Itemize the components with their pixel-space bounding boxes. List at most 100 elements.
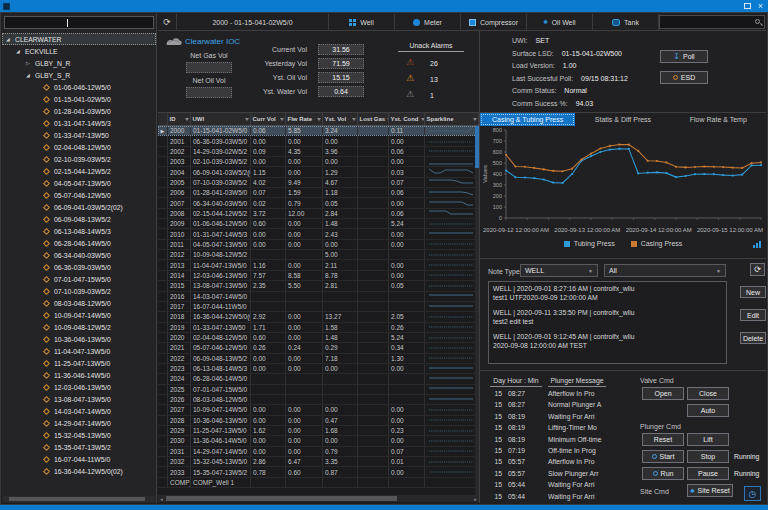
tree-item-12-03-046-13w5-0[interactable]: 12-03-046-13W5/0 [2, 381, 156, 393]
tree-item-01-06-046-12w5-0[interactable]: 01-06-046-12W5/0 [2, 81, 156, 93]
sidebar-horizontal-scrollbar[interactable] [3, 496, 155, 502]
filter-icon[interactable] [245, 118, 249, 121]
grid-row-comp-[interactable]: COMP_#COMP_Well 1 [158, 478, 479, 488]
tree-item-06-34-040-03w5-0[interactable]: 06-34-040-03W5/0 [2, 249, 156, 261]
tree-item-10-09-047-14w5-0[interactable]: 10-09-047-14W5/0 [2, 309, 156, 321]
tree-item-11-04-047-13w5-0[interactable]: 11-04-047-13W5/0 [2, 345, 156, 357]
scroll-left-arrow[interactable]: ◂ [158, 496, 165, 502]
grid-vertical-scrollbar[interactable] [475, 126, 479, 495]
tree-item-06-36-039-03w5-0[interactable]: 06-36-039-03W5/0 [2, 261, 156, 273]
site-reset-button[interactable]: ♠Site Reset [687, 484, 733, 497]
grid-row-2006[interactable]: 200601-28-041-03W5/00.071.591.180.06 [158, 188, 479, 198]
tree-item-05-07-046-12w5-0[interactable]: 05-07-046-12W5/0 [2, 189, 156, 201]
grid-row-2003[interactable]: 200302-10-039-03W5/20.000.000.000.00 [158, 157, 479, 167]
close-window-button[interactable]: × [758, 2, 763, 11]
tree-item-02-15-044-12w5-2[interactable]: 02-15-044-12W5/2 [2, 165, 156, 177]
tree-item-07-10-039-03w5-2[interactable]: 07-10-039-03W5/2 [2, 285, 156, 297]
tree-item-06-09-041-03w5-2-02-[interactable]: 06-09-041-03W5/2(02) [2, 201, 156, 213]
notes-list[interactable]: WELL | 2020-09-01 8:27:16 AM | controlfx… [488, 281, 727, 364]
grid-row-2027[interactable]: 202710-09-047-14W5/00.000.000.000.00 [158, 405, 479, 415]
grid-row-2024[interactable]: 202406-28-046-14W5/0 [158, 374, 479, 384]
grid-row-2030[interactable]: 203011-36-046-14W5/00.000.000.000.00 [158, 436, 479, 446]
grid-row-2028[interactable]: 202810-36-046-13W5/00.000.000.470.00 [158, 416, 479, 426]
tree-item-15-35-047-13w5-2[interactable]: 15-35-047-13W5/2 [2, 441, 156, 453]
chart-options-icon[interactable] [753, 241, 761, 248]
column-header-lost-gas[interactable]: Lost Gas [358, 113, 389, 125]
tree-item-13-08-047-13w5-0[interactable]: 13-08-047-13W5/0 [2, 393, 156, 405]
column-header-yst-vol[interactable]: Yst. Vol [323, 113, 358, 125]
valve-open-button[interactable]: Open [642, 387, 684, 400]
restore-window-button[interactable] [744, 3, 751, 9]
scroll-right-arrow[interactable]: ▸ [472, 496, 479, 502]
grid-row-2023[interactable]: 202306-13-048-14W5/30.000.000.000.00 [158, 364, 479, 374]
grid-row-2026[interactable]: 202608-03-048-12W5/0 [158, 395, 479, 405]
grid-row-2014[interactable]: 201412-03-046-13W5/07.578.588.780.00 [158, 271, 479, 281]
tree-item-14-29-047-14w5-0[interactable]: 14-29-047-14W5/0 [2, 417, 156, 429]
valve-close-button[interactable]: Close [687, 387, 729, 400]
tree-item-clearwater[interactable]: ◢CLEARWATER [2, 33, 156, 45]
plunger-pause-button[interactable]: Pause [687, 467, 729, 480]
filter-icon[interactable] [421, 118, 425, 121]
expander-expanded-icon[interactable]: ◢ [16, 48, 25, 54]
grid-row-2031[interactable]: 203114-29-047-14W5/00.000.000.790.07 [158, 447, 479, 457]
tree-item-08-03-048-12w5-0[interactable]: 08-03-048-12W5/0 [2, 297, 156, 309]
refresh-button[interactable]: ⟳ [158, 14, 177, 30]
grid-row-2012[interactable]: 201210-09-048-12W5/25.00 [158, 250, 479, 260]
note-edit-button[interactable]: Edit [740, 309, 766, 321]
tree-item-04-05-047-13w5-0[interactable]: 04-05-047-13W5/0 [2, 177, 156, 189]
grid-row-2007[interactable]: 200706-34-040-03W5/00.020.790.050.00 [158, 198, 479, 208]
gauge-tool-button[interactable]: ◷ [744, 486, 761, 501]
tab-tank[interactable]: Tank [593, 14, 659, 30]
column-header-uwi[interactable]: UWI [191, 113, 251, 125]
filter-icon[interactable] [317, 118, 321, 121]
note-delete-button[interactable]: Delete [740, 332, 766, 344]
note-filter-select[interactable]: All▼ [604, 264, 726, 277]
tree-item-06-13-048-14w5-3[interactable]: 06-13-048-14W5/3 [2, 225, 156, 237]
note-item[interactable]: WELL | 2020-09-11 3:35:50 PM | controlfx… [493, 309, 722, 326]
expander-collapsed-icon[interactable]: ▷ [26, 60, 35, 66]
grid-row-2021[interactable]: 202105-07-046-12W5/00.260.240.290.34 [158, 343, 479, 353]
tree-item-glby-n-r[interactable]: ▷GLBY_N_R [2, 57, 156, 69]
grid-horizontal-scrollbar[interactable]: ◂▸ [158, 495, 479, 502]
toolbar-search-input[interactable] [659, 15, 765, 29]
tab-flow-rate-temp[interactable]: Flow Rate & Temp [671, 113, 766, 126]
tree-item-11-36-046-14w5-0[interactable]: 11-36-046-14W5/0 [2, 369, 156, 381]
note-new-button[interactable]: New [740, 286, 766, 298]
expander-expanded-icon[interactable]: ◢ [26, 72, 35, 78]
plunger-run-button[interactable]: Run [642, 467, 684, 480]
grid-row-2022[interactable]: 202206-09-048-13W5/20.000.007.181.30 [158, 354, 479, 364]
grid-row-2025[interactable]: 202507-01-047-15W5/0 [158, 385, 479, 395]
tree-item-14-03-047-14w5-0[interactable]: 14-03-047-14W5/0 [2, 405, 156, 417]
grid-row-2002[interactable]: 200214-29-039-02W5/20.094.353.960.06 [158, 147, 479, 157]
esd-button[interactable]: ESD [660, 71, 708, 84]
grid-row-2010[interactable]: 201001-31-047-14W5/30.000.002.430.00 [158, 229, 479, 239]
grid-row-2019[interactable]: 201901-33-047-13W501.710.001.580.26 [158, 323, 479, 333]
tab-oil-well[interactable]: ♠ Oil Well [527, 14, 593, 30]
plunger-reset-button[interactable]: Reset [642, 433, 684, 446]
grid-row-2008[interactable]: 200802-15-044-12W5/23.7212.002.840.06 [158, 209, 479, 219]
note-item[interactable]: WELL | 2020-09-01 8:27:16 AM | controlfx… [493, 285, 722, 302]
column-header-id[interactable]: ID [168, 113, 191, 125]
expander-expanded-icon[interactable]: ◢ [6, 36, 15, 42]
grid-row-2013[interactable]: 201311-04-047-13W5/01.160.002.110.00 [158, 260, 479, 270]
grid-row-2004[interactable]: 200406-09-041-03W5/2(02)1.150.001.290.03 [158, 167, 479, 177]
tree-item-10-36-046-13w5-0[interactable]: 10-36-046-13W5/0 [2, 333, 156, 345]
tree-item-01-15-041-02w5-0[interactable]: 01-15-041-02W5/0 [2, 93, 156, 105]
plunger-stop-button[interactable]: Stop [687, 450, 729, 463]
tree-item-06-28-046-14w5-0[interactable]: 06-28-046-14W5/0 [2, 237, 156, 249]
valve-auto-button[interactable]: Auto [687, 404, 729, 417]
sidebar-search-input[interactable] [4, 16, 154, 29]
grid-row-2000[interactable]: ▶200001-15-041-02W5/00.065.853.240.11 [158, 126, 479, 136]
plunger-lift-button[interactable]: Lift [687, 433, 729, 446]
grid-row-2016[interactable]: 201614-03-047-14W5/0 [158, 292, 479, 302]
filter-icon[interactable] [473, 118, 477, 121]
plunger-start-button[interactable]: Start [642, 450, 684, 463]
grid-row-2015[interactable]: 201513-08-047-13W5/02.355.502.810.05 [158, 281, 479, 291]
tree-item-01-28-041-03w5-0[interactable]: 01-28-041-03W5/0 [2, 105, 156, 117]
tree-item-10-09-048-12w5-2[interactable]: 10-09-048-12W5/2 [2, 321, 156, 333]
column-header-yst-cond[interactable]: Yst. Cond [389, 113, 425, 125]
grid-row-2020[interactable]: 202002-04-048-12W5/00.600.001.485.24 [158, 333, 479, 343]
filter-icon[interactable] [185, 118, 189, 121]
tree-item-15-32-045-13w5-0[interactable]: 15-32-045-13W5/0 [2, 429, 156, 441]
note-item[interactable]: WELL | 2020-09-01 9:12:45 AM | controlfx… [493, 333, 722, 350]
